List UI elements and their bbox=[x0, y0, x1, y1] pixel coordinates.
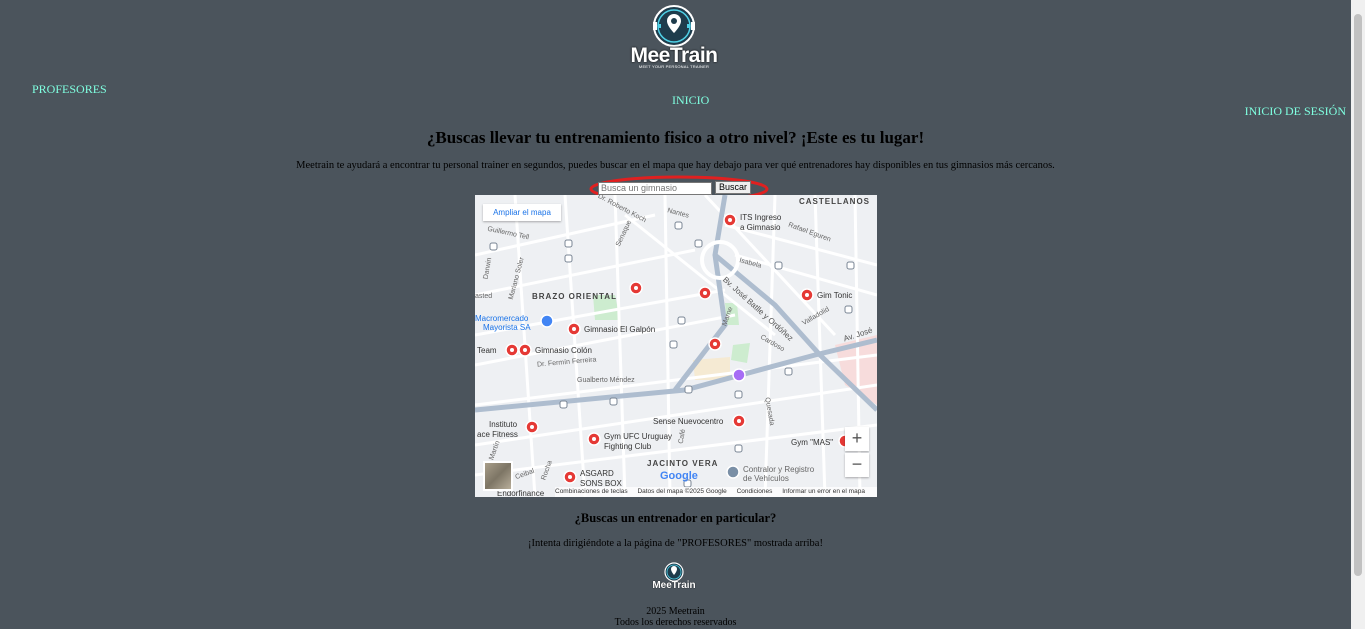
hero-title: ¿Buscas llevar tu entrenamiento fisico a… bbox=[426, 128, 925, 147]
map-label-its: ITS Ingreso bbox=[740, 213, 782, 222]
map-label-castellanos: CASTELLANOS bbox=[799, 197, 870, 206]
nav-profesores-link[interactable]: PROFESORES bbox=[32, 82, 107, 97]
map-label-brazo: BRAZO ORIENTAL bbox=[532, 292, 617, 301]
hero-description: Meetrain te ayudará a encontrar tu perso… bbox=[296, 160, 1055, 171]
scrollbar-thumb[interactable] bbox=[1354, 14, 1362, 576]
google-wordmark: Google bbox=[660, 470, 698, 482]
map-attribution-bar: Combinaciones de teclas Datos del mapa ©… bbox=[555, 487, 877, 497]
zoom-out-button[interactable]: − bbox=[845, 453, 869, 477]
map-label-contralor2: de Vehículos bbox=[743, 474, 789, 483]
map-label-its2: a Gimnasio bbox=[740, 223, 781, 232]
map-label-lastedt: asted bbox=[475, 293, 493, 300]
map-label-macro2: Mayorista SA bbox=[483, 323, 531, 332]
map-terms-link[interactable]: Condiciones bbox=[737, 488, 773, 495]
map-label-contralor: Contralor y Registro bbox=[743, 465, 815, 474]
brand-tagline: MEET YOUR PERSONAL TRAINER bbox=[638, 64, 710, 69]
gym-search-input[interactable] bbox=[598, 182, 712, 195]
footer-rights: Todos los derechos reservados bbox=[614, 617, 737, 628]
map-label-jacinto: JACINTO VERA bbox=[647, 459, 719, 468]
trainer-section-tip: ¡Intenta dirigiéndote a la página de "PR… bbox=[528, 538, 823, 549]
map-label-macro: Macromercado bbox=[475, 314, 529, 323]
brand-name-small: MeeTrain bbox=[652, 580, 696, 591]
map-label-colon: Gimnasio Colón bbox=[535, 346, 592, 355]
search-button[interactable]: Buscar bbox=[715, 181, 751, 194]
map-shortcuts-link[interactable]: Combinaciones de teclas bbox=[555, 488, 628, 495]
scrollbar[interactable] bbox=[1351, 0, 1365, 629]
map-label-sense: Sense Nuevocentro bbox=[653, 417, 724, 426]
map-label-tonic: Gim Tonic bbox=[817, 291, 853, 300]
google-logo: Google bbox=[660, 470, 698, 482]
footer-year: 2025 Meetrain bbox=[646, 606, 705, 617]
map-label-galpon: Gimnasio El Galpón bbox=[584, 325, 656, 334]
satellite-toggle-thumbnail[interactable] bbox=[483, 461, 513, 491]
zoom-in-button[interactable]: + bbox=[845, 427, 869, 451]
gym-map[interactable]: Ampliar el mapa CASTELLANOS BRAZO ORIENT… bbox=[475, 195, 877, 497]
map-report-link[interactable]: Informar un error en el mapa bbox=[782, 488, 865, 495]
map-label-mendez: Gualberto Méndez bbox=[577, 377, 635, 384]
nav-login-link[interactable]: INICIO DE SESIÓN bbox=[1245, 104, 1346, 119]
footer-copyright: 2025 Meetrain Todos los derechos reserva… bbox=[0, 606, 1351, 628]
trainer-section-title: ¿Buscas un entrenador en particular? bbox=[574, 511, 777, 525]
map-label-instituto: Instituto bbox=[489, 420, 518, 429]
nav-inicio-link[interactable]: INICIO bbox=[672, 93, 709, 108]
map-expand-link[interactable]: Ampliar el mapa bbox=[483, 204, 561, 221]
map-data-text: Datos del mapa ©2025 Google bbox=[637, 488, 727, 495]
map-label-team: Team bbox=[477, 346, 497, 355]
map-label-mas: Gym "MAS" bbox=[791, 438, 834, 447]
map-label-ufc2: Fighting Club bbox=[604, 442, 652, 451]
map-label-ufc: Gym UFC Uruguay bbox=[604, 432, 673, 441]
map-label-asgard: ASGARD bbox=[580, 469, 614, 478]
map-label-instituto2: ace Fitness bbox=[477, 430, 518, 439]
